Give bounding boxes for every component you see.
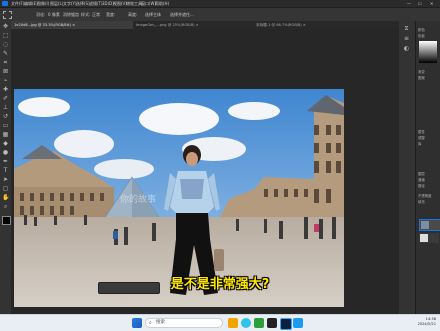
layer-row[interactable] — [419, 219, 440, 231]
menu-window[interactable]: 窗口(W) — [141, 0, 156, 7]
taskbar-search-box[interactable]: ⌕ 搜索 — [145, 318, 223, 328]
crop-tool-icon[interactable]: ⌗ — [2, 59, 9, 66]
chrome-icon[interactable] — [254, 318, 264, 328]
fill-label: 填充 — [418, 200, 425, 204]
eyedropper-tool-icon[interactable]: ⌁ — [2, 77, 9, 84]
layer-thumbnail — [421, 221, 429, 229]
minimize-button[interactable]: — — [407, 0, 411, 7]
antialias-checkbox[interactable]: 消除锯齿 — [63, 8, 79, 21]
select-and-mask-button[interactable]: 选择并遮住... — [170, 8, 194, 21]
panel-tab-channels[interactable]: 通道 — [418, 177, 425, 182]
healing-brush-tool-icon[interactable]: ✚ — [2, 86, 9, 93]
panel-tab-patterns[interactable]: 图案 — [418, 75, 425, 80]
layer-row[interactable] — [419, 233, 439, 243]
pen-tool-icon[interactable]: ✒ — [2, 158, 9, 165]
app-taskbar-icon[interactable] — [293, 318, 303, 328]
path-select-tool-icon[interactable]: ➤ — [2, 176, 9, 183]
panel-tab-swatches[interactable]: 色板 — [418, 33, 425, 38]
lasso-tool-icon[interactable]: ◌ — [2, 41, 9, 48]
capcut-icon[interactable] — [267, 318, 277, 328]
properties-panel-icon[interactable]: ≡ — [403, 35, 410, 42]
photoshop-logo-icon — [2, 1, 8, 6]
menu-help[interactable]: 帮助(H) — [155, 0, 169, 7]
photoshop-taskbar-icon[interactable] — [280, 318, 292, 330]
options-bar: 羽化: 0 像素 消除锯齿 样式: 正常 宽度: 高度: 选择主体 选择并遮住.… — [0, 7, 440, 22]
clock-date: 2024/5/21 — [417, 322, 436, 326]
blur-tool-icon[interactable]: ◆ — [2, 140, 9, 147]
menu-type[interactable]: 文字(Y) — [63, 0, 77, 7]
tab-document-3[interactable]: 未标题-1 @ 66.7%(RGB/8) × — [253, 21, 353, 29]
menu-image[interactable]: 图像(I) — [37, 0, 49, 7]
history-brush-tool-icon[interactable]: ↺ — [2, 113, 9, 120]
eraser-tool-icon[interactable]: ▭ — [2, 122, 9, 129]
feather-input[interactable]: 0 像素 — [48, 8, 60, 21]
menu-view[interactable]: 视图(V) — [113, 0, 127, 7]
menu-layer[interactable]: 图层(L) — [50, 0, 63, 7]
height-label: 高度: — [128, 12, 138, 17]
tab-document-1[interactable]: 1e20d8...jpg @ 33.3%(RGB/8#) × — [11, 21, 133, 29]
layer-thumbnail — [420, 234, 428, 242]
style-label: 样式: — [81, 12, 91, 17]
hand-tool-icon[interactable]: ✋ — [2, 194, 9, 201]
search-placeholder: 搜索 — [156, 320, 165, 325]
frame-tool-icon[interactable]: ⊠ — [2, 68, 9, 75]
panel-tab-paths[interactable]: 路径 — [418, 183, 425, 188]
system-clock[interactable]: 14:38 2024/5/21 — [418, 317, 436, 327]
quick-select-tool-icon[interactable]: ✎ — [2, 50, 9, 57]
menu-filter[interactable]: 滤镜(T) — [89, 0, 103, 7]
search-icon: ⌕ — [149, 320, 152, 326]
opacity-label: 不透明度 — [418, 194, 432, 198]
edge-browser-icon[interactable] — [241, 318, 251, 328]
windows-start-icon[interactable] — [132, 318, 142, 328]
marquee-tool-icon[interactable]: ⬚ — [2, 32, 9, 39]
adjustments-panel-icon[interactable]: ◐ — [403, 45, 410, 52]
feather-label: 羽化: — [36, 12, 46, 17]
brush-tool-icon[interactable]: ✐ — [2, 95, 9, 102]
video-subtitle: 是不是非常强大? — [170, 277, 270, 292]
menu-plugins[interactable]: 增效工具 — [126, 0, 142, 7]
panel-tab-libraries[interactable]: 库 — [418, 141, 421, 146]
clone-stamp-tool-icon[interactable]: ⊥ — [2, 104, 9, 111]
move-tool-icon[interactable]: ✥ — [2, 23, 9, 30]
history-panel-icon[interactable]: ⧖ — [403, 25, 410, 32]
dodge-tool-icon[interactable]: ● — [2, 149, 9, 156]
panel-tab-gradient[interactable]: 渐变 — [418, 69, 425, 74]
panel-tab-layers[interactable]: 图层 — [418, 171, 425, 176]
panel-tab-color[interactable]: 颜色 — [418, 27, 425, 32]
style-select[interactable]: 正常 — [92, 8, 100, 21]
watermark-text: 你的故事 — [120, 195, 157, 205]
panel-tab-adjustments[interactable]: 调整 — [418, 135, 425, 140]
marquee-tool-icon[interactable] — [3, 11, 12, 19]
menu-bar: 文件(F) 编辑(E) 图像(I) 图层(L) 文字(Y) 选择(S) 滤镜(T… — [0, 0, 440, 7]
width-label: 宽度: — [106, 12, 116, 17]
zoom-tool-icon[interactable]: ⌕ — [2, 203, 9, 210]
select-subject-button[interactable]: 选择主体 — [145, 8, 161, 21]
gradient-tool-icon[interactable]: ▦ — [2, 131, 9, 138]
menu-edit[interactable]: 编辑(E) — [24, 0, 38, 7]
maximize-button[interactable]: ☐ — [418, 0, 422, 7]
tab-document-2[interactable]: ImageGen_...png @ 25%(RGB/8) × — [133, 21, 253, 29]
type-tool-icon[interactable]: T — [2, 167, 9, 174]
foreground-color-swatch[interactable] — [2, 216, 11, 225]
taskbar: ⌕ 搜索 14:38 2024/5/21 — [0, 314, 440, 331]
menu-file[interactable]: 文件(F) — [11, 0, 24, 7]
rectangle-tool-icon[interactable]: ▢ — [2, 185, 9, 192]
color-picker[interactable] — [419, 41, 437, 63]
panel-tab-properties[interactable]: 属性 — [418, 129, 425, 134]
document-tabs: 1e20d8...jpg @ 33.3%(RGB/8#) × ImageGen_… — [11, 21, 399, 29]
menu-select[interactable]: 选择(S) — [76, 0, 90, 7]
close-button[interactable]: ✕ — [430, 0, 433, 7]
file-explorer-icon[interactable] — [228, 318, 238, 328]
